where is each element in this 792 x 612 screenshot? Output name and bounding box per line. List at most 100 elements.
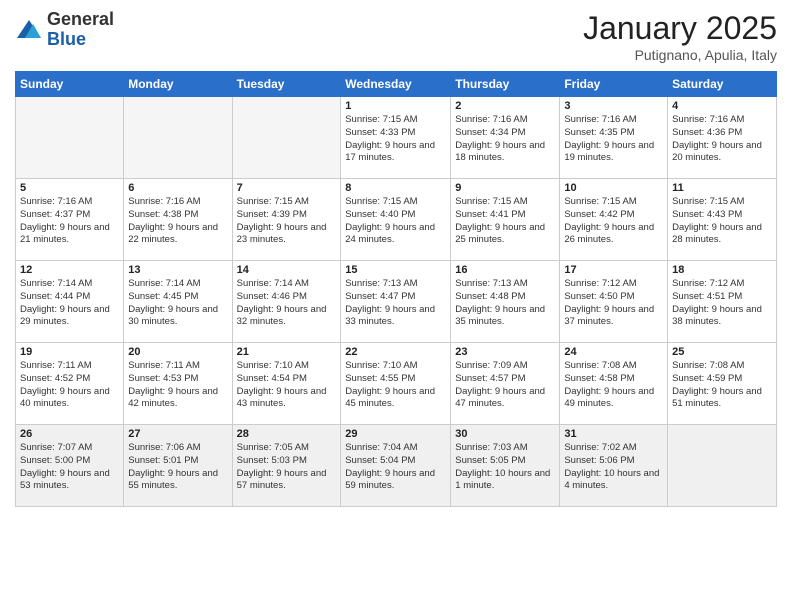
table-row: 13Sunrise: 7:14 AM Sunset: 4:45 PM Dayli… — [124, 261, 232, 343]
calendar-week-row: 19Sunrise: 7:11 AM Sunset: 4:52 PM Dayli… — [16, 343, 777, 425]
logo-blue: Blue — [47, 29, 86, 49]
title-block: January 2025 Putignano, Apulia, Italy — [583, 10, 777, 63]
table-row: 7 Sunrise: 7:15 AM Sunset: 4:39 PM Daylig… — [232, 179, 341, 261]
day-number: 10 — [564, 182, 663, 194]
day-info: Sunrise: 7:14 AM Sunset: 4:44 PM Dayligh… — [20, 278, 119, 329]
day-number: 24 — [564, 346, 663, 358]
day-number: 11 — [672, 182, 772, 194]
table-row: 8 Sunrise: 7:15 AM Sunset: 4:40 PM Daylig… — [341, 179, 451, 261]
day-info: Sunrise: 7:05 AM Sunset: 5:03 PM Dayligh… — [237, 442, 337, 493]
table-row: 14 Sunrise: 7:14 AM Sunset: 4:46 PM Dayli… — [232, 261, 341, 343]
month-title: January 2025 — [583, 10, 777, 47]
logo-text: General Blue — [47, 10, 114, 50]
col-friday: Friday — [560, 72, 668, 97]
day-number: 27 — [128, 428, 227, 440]
day-number: 18 — [672, 264, 772, 276]
day-number: 16 — [455, 264, 555, 276]
day-info: Sunrise: 7:12 AM Sunset: 4:51 PM Dayligh… — [672, 278, 772, 329]
table-row: 27Sunrise: 7:06 AM Sunset: 5:01 PM Dayli… — [124, 425, 232, 507]
table-row: 31Sunrise: 7:02 AM Sunset: 5:06 PM Dayli… — [560, 425, 668, 507]
day-number: 14 — [237, 264, 337, 276]
day-number: 6 — [128, 182, 227, 194]
col-thursday: Thursday — [451, 72, 560, 97]
day-number: 8 — [345, 182, 446, 194]
table-row: 19Sunrise: 7:11 AM Sunset: 4:52 PM Dayli… — [16, 343, 124, 425]
col-wednesday: Wednesday — [341, 72, 451, 97]
day-info: Sunrise: 7:15 AM Sunset: 4:39 PM Dayligh… — [237, 196, 337, 247]
day-number: 2 — [455, 100, 555, 112]
col-tuesday: Tuesday — [232, 72, 341, 97]
day-info: Sunrise: 7:08 AM Sunset: 4:59 PM Dayligh… — [672, 360, 772, 411]
day-info: Sunrise: 7:15 AM Sunset: 4:40 PM Dayligh… — [345, 196, 446, 247]
calendar-table: Sunday Monday Tuesday Wednesday Thursday… — [15, 71, 777, 507]
day-info: Sunrise: 7:16 AM Sunset: 4:36 PM Dayligh… — [672, 114, 772, 165]
day-info: Sunrise: 7:10 AM Sunset: 4:54 PM Dayligh… — [237, 360, 337, 411]
day-number: 17 — [564, 264, 663, 276]
col-saturday: Saturday — [668, 72, 777, 97]
day-number: 22 — [345, 346, 446, 358]
table-row: 17 Sunrise: 7:12 AM Sunset: 4:50 PM Dayli… — [560, 261, 668, 343]
day-number: 19 — [20, 346, 119, 358]
day-info: Sunrise: 7:09 AM Sunset: 4:57 PM Dayligh… — [455, 360, 555, 411]
day-number: 7 — [237, 182, 337, 194]
table-row — [668, 425, 777, 507]
table-row: 29Sunrise: 7:04 AM Sunset: 5:04 PM Dayli… — [341, 425, 451, 507]
day-info: Sunrise: 7:16 AM Sunset: 4:38 PM Dayligh… — [128, 196, 227, 247]
col-sunday: Sunday — [16, 72, 124, 97]
day-number: 5 — [20, 182, 119, 194]
table-row: 6 Sunrise: 7:16 AM Sunset: 4:38 PM Daylig… — [124, 179, 232, 261]
day-number: 3 — [564, 100, 663, 112]
day-number: 21 — [237, 346, 337, 358]
day-info: Sunrise: 7:02 AM Sunset: 5:06 PM Dayligh… — [564, 442, 663, 493]
table-row: 22Sunrise: 7:10 AM Sunset: 4:55 PM Dayli… — [341, 343, 451, 425]
day-info: Sunrise: 7:15 AM Sunset: 4:42 PM Dayligh… — [564, 196, 663, 247]
table-row: 30Sunrise: 7:03 AM Sunset: 5:05 PM Dayli… — [451, 425, 560, 507]
day-info: Sunrise: 7:16 AM Sunset: 4:34 PM Dayligh… — [455, 114, 555, 165]
table-row: 5 Sunrise: 7:16 AM Sunset: 4:37 PM Daylig… — [16, 179, 124, 261]
col-monday: Monday — [124, 72, 232, 97]
page-header: General Blue January 2025 Putignano, Apu… — [15, 10, 777, 63]
day-number: 4 — [672, 100, 772, 112]
day-number: 1 — [345, 100, 446, 112]
day-number: 12 — [20, 264, 119, 276]
table-row: 28 Sunrise: 7:05 AM Sunset: 5:03 PM Dayli… — [232, 425, 341, 507]
day-info: Sunrise: 7:16 AM Sunset: 4:35 PM Dayligh… — [564, 114, 663, 165]
day-number: 15 — [345, 264, 446, 276]
table-row — [124, 97, 232, 179]
location-subtitle: Putignano, Apulia, Italy — [583, 47, 777, 63]
calendar-week-row: 5 Sunrise: 7:16 AM Sunset: 4:37 PM Daylig… — [16, 179, 777, 261]
calendar-week-row: 1 Sunrise: 7:15 AM Sunset: 4:33 PM Daylig… — [16, 97, 777, 179]
day-number: 20 — [128, 346, 227, 358]
table-row: 3 Sunrise: 7:16 AM Sunset: 4:35 PM Daylig… — [560, 97, 668, 179]
table-row — [232, 97, 341, 179]
day-info: Sunrise: 7:07 AM Sunset: 5:00 PM Dayligh… — [20, 442, 119, 493]
day-info: Sunrise: 7:13 AM Sunset: 4:47 PM Dayligh… — [345, 278, 446, 329]
day-info: Sunrise: 7:15 AM Sunset: 4:33 PM Dayligh… — [345, 114, 446, 165]
table-row: 20 Sunrise: 7:11 AM Sunset: 4:53 PM Dayli… — [124, 343, 232, 425]
day-info: Sunrise: 7:14 AM Sunset: 4:45 PM Dayligh… — [128, 278, 227, 329]
day-number: 28 — [237, 428, 337, 440]
calendar-week-row: 12 Sunrise: 7:14 AM Sunset: 4:44 PM Dayli… — [16, 261, 777, 343]
day-info: Sunrise: 7:08 AM Sunset: 4:58 PM Dayligh… — [564, 360, 663, 411]
day-number: 30 — [455, 428, 555, 440]
day-info: Sunrise: 7:12 AM Sunset: 4:50 PM Dayligh… — [564, 278, 663, 329]
logo-general: General — [47, 9, 114, 29]
day-number: 9 — [455, 182, 555, 194]
table-row: 4 Sunrise: 7:16 AM Sunset: 4:36 PM Daylig… — [668, 97, 777, 179]
table-row: 24 Sunrise: 7:08 AM Sunset: 4:58 PM Dayli… — [560, 343, 668, 425]
table-row: 10 Sunrise: 7:15 AM Sunset: 4:42 PM Dayli… — [560, 179, 668, 261]
calendar-page: General Blue January 2025 Putignano, Apu… — [0, 0, 792, 612]
day-number: 26 — [20, 428, 119, 440]
calendar-week-row: 26 Sunrise: 7:07 AM Sunset: 5:00 PM Dayli… — [16, 425, 777, 507]
day-info: Sunrise: 7:16 AM Sunset: 4:37 PM Dayligh… — [20, 196, 119, 247]
day-number: 29 — [345, 428, 446, 440]
calendar-header-row: Sunday Monday Tuesday Wednesday Thursday… — [16, 72, 777, 97]
table-row: 21 Sunrise: 7:10 AM Sunset: 4:54 PM Dayli… — [232, 343, 341, 425]
day-number: 25 — [672, 346, 772, 358]
day-info: Sunrise: 7:11 AM Sunset: 4:53 PM Dayligh… — [128, 360, 227, 411]
logo: General Blue — [15, 10, 114, 50]
table-row: 2 Sunrise: 7:16 AM Sunset: 4:34 PM Daylig… — [451, 97, 560, 179]
day-info: Sunrise: 7:15 AM Sunset: 4:43 PM Dayligh… — [672, 196, 772, 247]
day-info: Sunrise: 7:14 AM Sunset: 4:46 PM Dayligh… — [237, 278, 337, 329]
day-number: 23 — [455, 346, 555, 358]
